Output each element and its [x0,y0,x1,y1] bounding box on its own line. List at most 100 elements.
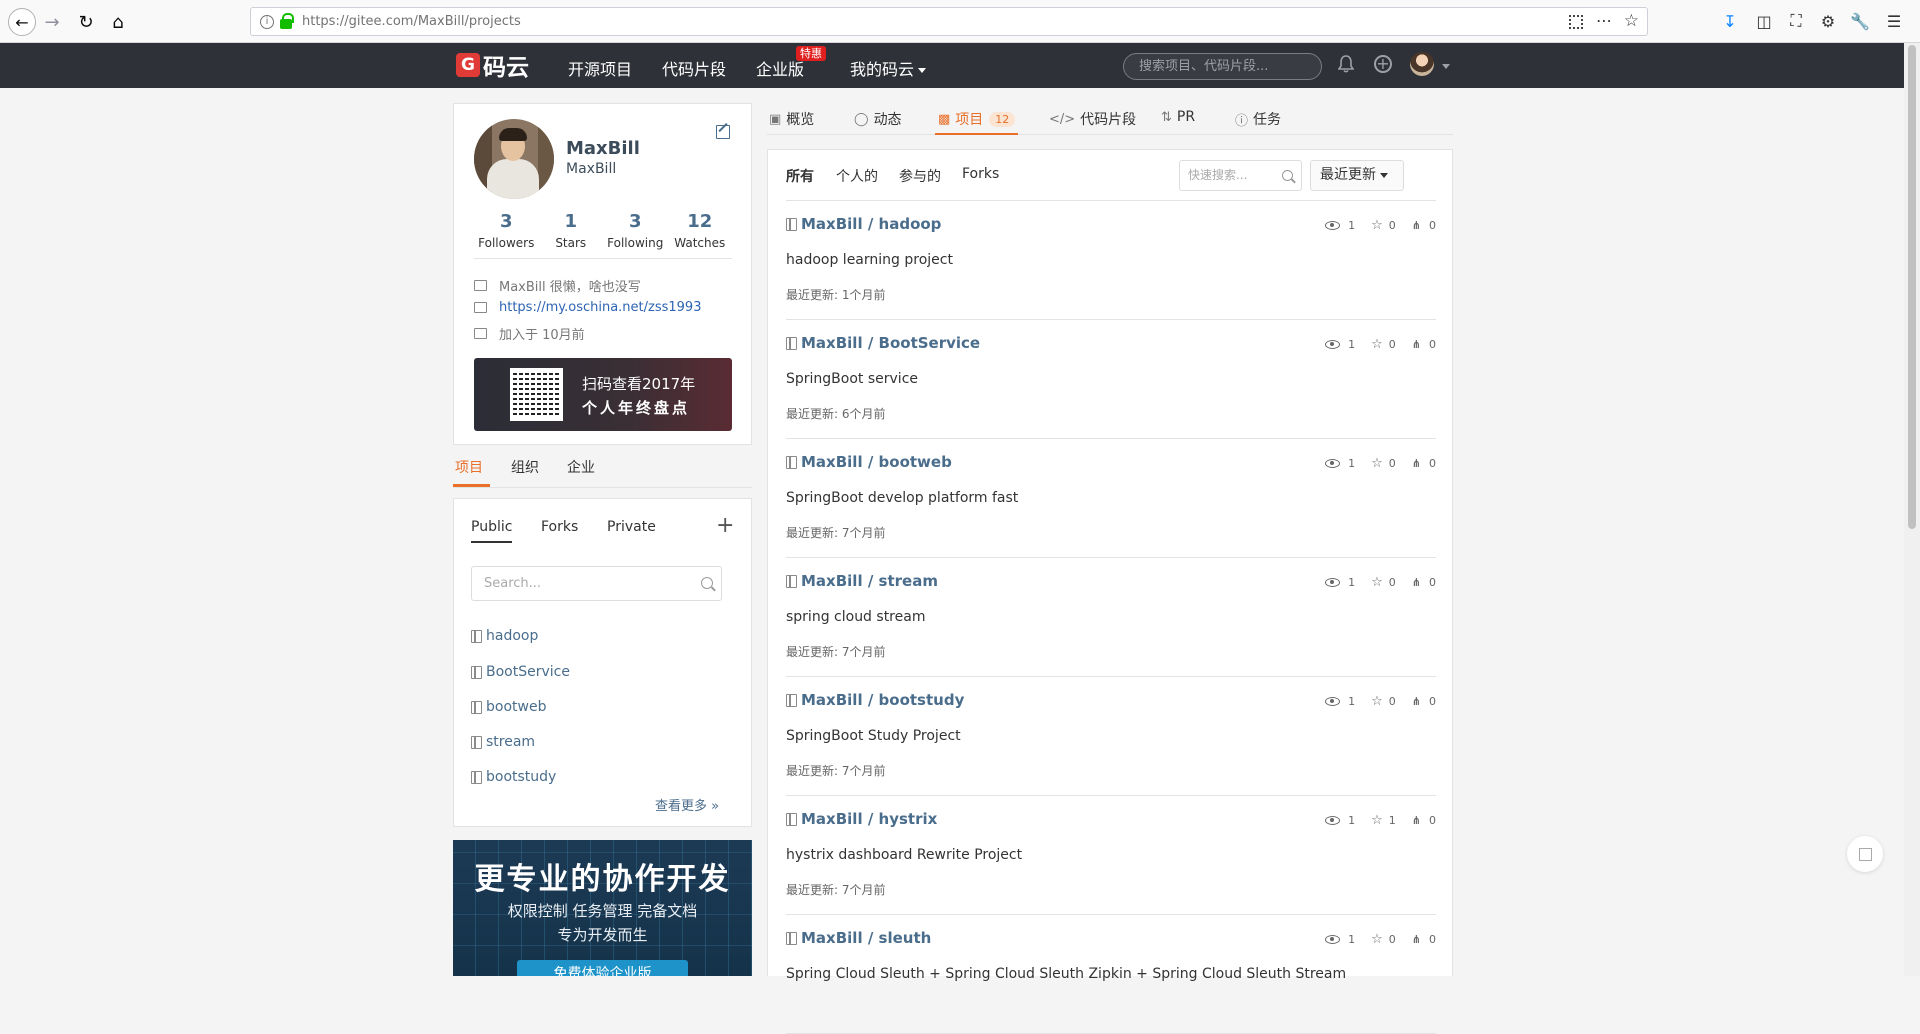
watch-count[interactable]: 1 [1325,813,1355,828]
url-text[interactable]: https://gitee.com/MaxBill/projects [302,14,521,29]
fork-count[interactable]: ⋔ 0 [1412,456,1436,471]
tab-projects-main[interactable]: ▩ 项目 12 [938,109,1016,129]
info-icon[interactable]: i [260,14,274,29]
tab-pull-requests[interactable]: ⇅ PR [1161,109,1195,125]
repo-link-bootweb[interactable]: bootweb [471,699,546,715]
project-owner[interactable]: MaxBill [801,810,863,828]
try-enterprise-button[interactable]: 免费体验企业版 [517,960,688,976]
gitee-logo[interactable]: G 码云 [456,51,529,81]
quick-search-input[interactable]: 快速搜索... [1179,160,1302,191]
forward-icon[interactable]: → [38,8,66,36]
project-title[interactable]: MaxBill / stream [786,572,938,590]
project-owner[interactable]: MaxBill [801,572,863,590]
fork-count[interactable]: ⋔ 0 [1412,813,1436,828]
fork-count[interactable]: ⋔ 0 [1412,694,1436,709]
repo-link-bootservice[interactable]: BootService [471,664,570,680]
crop-icon[interactable]: ⛶ [1786,11,1806,31]
repo-name[interactable]: bootweb [486,699,546,715]
fork-count[interactable]: ⋔ 0 [1412,575,1436,590]
watch-count[interactable]: 1 [1325,694,1355,709]
nav-my-gitee[interactable]: 我的码云 [850,56,927,80]
star-count[interactable]: ☆ 0 [1371,575,1396,590]
nav-snippets[interactable]: 代码片段 [662,56,726,80]
project-name[interactable]: stream [879,572,938,590]
watch-count[interactable]: 1 [1325,575,1355,590]
scrollbar-thumb[interactable] [1908,45,1916,529]
profile-website[interactable]: https://my.oschina.net/zss1993 [474,300,701,315]
reload-icon[interactable]: ↻ [72,8,100,36]
user-avatar[interactable] [1410,52,1434,76]
home-icon[interactable]: ⌂ [104,8,132,36]
repo-name[interactable]: hadoop [486,628,538,644]
download-icon[interactable]: ↧ [1720,11,1740,31]
project-name[interactable]: bootstudy [879,691,965,709]
project-owner[interactable]: MaxBill [801,334,863,352]
project-title[interactable]: MaxBill / hystrix [786,810,937,828]
website-link[interactable]: https://my.oschina.net/zss1993 [499,300,701,315]
repo-search-input[interactable]: Search... [471,566,722,601]
star-count[interactable]: ☆ 0 [1371,932,1396,947]
project-title[interactable]: MaxBill / bootstudy [786,691,964,709]
filter-all[interactable]: 所有 [786,166,814,186]
tab-public[interactable]: Public [471,519,513,543]
bookmark-star-icon[interactable]: ☆ [1624,11,1639,31]
repo-name[interactable]: stream [486,734,535,750]
back-icon[interactable]: ← [8,8,36,36]
watch-count[interactable]: 1 [1325,218,1355,233]
star-count[interactable]: ☆ 0 [1371,694,1396,709]
filter-participated[interactable]: 参与的 [899,166,941,186]
project-title[interactable]: MaxBill / sleuth [786,929,931,947]
enterprise-promo-banner[interactable]: 更专业的协作开发 权限控制 任务管理 完备文档 专为开发而生 免费体验企业版 [453,840,752,976]
annual-review-banner[interactable]: 扫码查看2017年 个人年终盘点 [474,358,732,431]
filter-personal[interactable]: 个人的 [836,166,878,186]
project-name[interactable]: bootweb [879,453,952,471]
sort-dropdown[interactable]: 最近更新 [1310,160,1404,191]
project-owner[interactable]: MaxBill [801,215,863,233]
search-icon[interactable] [1282,170,1293,181]
repo-link-stream[interactable]: stream [471,734,535,750]
wrench-icon[interactable]: 🔧 [1850,11,1870,31]
project-title[interactable]: MaxBill / bootweb [786,453,952,471]
project-owner[interactable]: MaxBill [801,691,863,709]
watch-count[interactable]: 1 [1325,932,1355,947]
project-name[interactable]: hystrix [879,810,938,828]
star-count[interactable]: ☆ 0 [1371,456,1396,471]
star-count[interactable]: ☆ 0 [1371,218,1396,233]
avatar-chevron-down-icon[interactable] [1442,64,1450,69]
fork-count[interactable]: ⋔ 0 [1412,337,1436,352]
project-title[interactable]: MaxBill / hadoop [786,215,941,233]
qr-code-icon[interactable] [1569,15,1583,29]
tab-private[interactable]: Private [607,519,656,535]
stat-following[interactable]: 3 Following [603,211,668,258]
repo-name[interactable]: BootService [486,664,570,680]
fork-count[interactable]: ⋔ 0 [1412,218,1436,233]
filter-forks[interactable]: Forks [962,166,999,182]
search-icon[interactable] [701,577,713,589]
tab-enterprises[interactable]: 企业 [567,457,595,477]
star-count[interactable]: ☆ 0 [1371,337,1396,352]
repo-name[interactable]: bootstudy [486,769,556,785]
settings-gear-icon[interactable]: ⚙ [1818,11,1838,31]
watch-count[interactable]: 1 [1325,337,1355,352]
notification-bell-icon[interactable] [1338,55,1354,73]
tab-organizations[interactable]: 组织 [511,457,539,477]
project-name[interactable]: sleuth [879,929,932,947]
menu-icon[interactable]: ☰ [1884,11,1904,31]
fork-count[interactable]: ⋔ 0 [1412,932,1436,947]
tab-activity[interactable]: ◯ 动态 [854,109,902,129]
tab-overview[interactable]: ▣ 概览 [769,109,814,129]
new-repo-plus-icon[interactable]: + [716,513,734,538]
create-plus-icon[interactable]: + [1374,55,1392,73]
tab-issues[interactable]: ⓘ 任务 [1235,109,1281,129]
stat-watches[interactable]: 12 Watches [668,211,733,258]
repo-link-hadoop[interactable]: hadoop [471,628,538,644]
project-title[interactable]: MaxBill / BootService [786,334,980,352]
stat-stars[interactable]: 1 Stars [539,211,604,258]
project-name[interactable]: BootService [879,334,981,352]
watch-count[interactable]: 1 [1325,456,1355,471]
edit-profile-icon[interactable] [716,125,730,139]
sidebar-icon[interactable]: ◫ [1754,11,1774,31]
page-actions-icon[interactable]: ⋯ [1596,11,1613,30]
header-search-input[interactable]: 搜索项目、代码片段... [1123,53,1322,80]
see-more-link[interactable]: 查看更多 » [655,795,719,814]
